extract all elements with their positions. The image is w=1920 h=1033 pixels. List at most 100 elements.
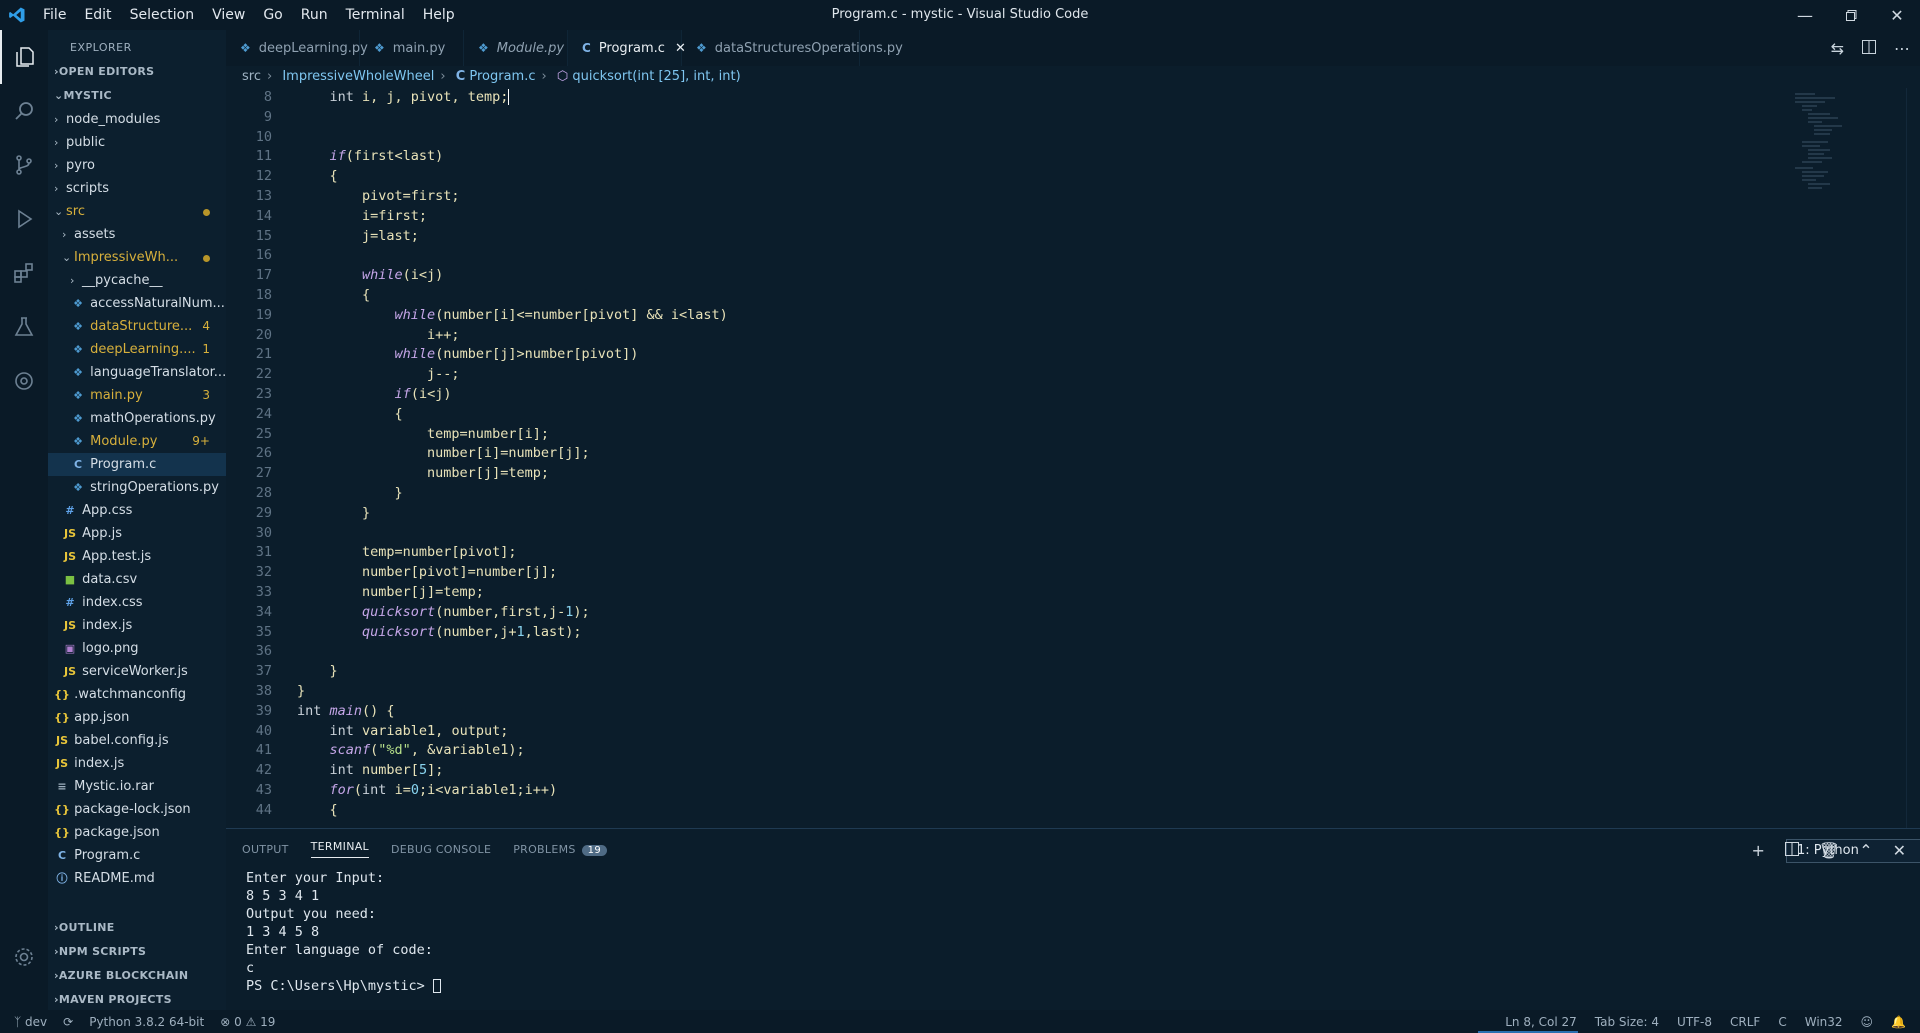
file-item[interactable]: JS serviceWorker.js — [48, 660, 226, 683]
code-line[interactable]: 21 while(number[j]>number[pivot]) — [226, 345, 1786, 365]
menu-help[interactable]: Help — [414, 0, 464, 30]
file-item[interactable]: JS App.js — [48, 522, 226, 545]
code-line[interactable]: 36 — [226, 642, 1786, 662]
branch-status[interactable]: ᛉ dev — [14, 1015, 47, 1029]
code-line[interactable]: 43 for(int i=0;i<variable1;i++) — [226, 781, 1786, 801]
code-line[interactable]: 28 } — [226, 484, 1786, 504]
code-line[interactable]: 17 while(i<j) — [226, 266, 1786, 286]
code-line[interactable]: 20 i++; — [226, 326, 1786, 346]
folder-item[interactable]: › public — [48, 131, 226, 154]
folder-item[interactable]: › node_modules — [48, 108, 226, 131]
file-item[interactable]: # App.css — [48, 499, 226, 522]
menu-edit[interactable]: Edit — [75, 0, 120, 30]
code-line[interactable]: 29 } — [226, 504, 1786, 524]
tab-program-c[interactable]: C Program.c ✕ — [568, 30, 686, 66]
open-editors-section[interactable]: ›OPEN EDITORS — [48, 60, 226, 84]
tab-debug-console[interactable]: DEBUG CONSOLE — [391, 843, 491, 856]
source-control-icon[interactable] — [0, 138, 48, 192]
file-item[interactable]: {} .watchmanconfig — [48, 683, 226, 706]
code-line[interactable]: 38} — [226, 682, 1786, 702]
code-line[interactable]: 8 int i, j, pivot, temp; — [226, 88, 1786, 108]
file-item[interactable]: JS index.js — [48, 752, 226, 775]
notifications-bell-icon[interactable]: 🔔 — [1891, 1015, 1906, 1029]
code-line[interactable]: 24 { — [226, 405, 1786, 425]
section-azure-blockchain[interactable]: ›AZURE BLOCKCHAIN — [48, 964, 226, 988]
code-line[interactable]: 37 } — [226, 662, 1786, 682]
encoding[interactable]: UTF-8 — [1677, 1015, 1712, 1029]
file-item[interactable]: # index.css — [48, 591, 226, 614]
file-item[interactable]: {} package.json — [48, 821, 226, 844]
sync-icon[interactable]: ⟳ — [63, 1015, 73, 1029]
menu-selection[interactable]: Selection — [121, 0, 204, 30]
breadcrumb-folder[interactable]: ImpressiveWholeWheel — [282, 69, 434, 84]
code-line[interactable]: 32 number[pivot]=number[j]; — [226, 563, 1786, 583]
code-line[interactable]: 23 if(i<j) — [226, 385, 1786, 405]
menu-go[interactable]: Go — [254, 0, 291, 30]
file-item[interactable]: ❖ accessNaturalNum... — [48, 292, 226, 315]
tab-output[interactable]: OUTPUT — [242, 843, 289, 856]
section-maven-projects[interactable]: ›MAVEN PROJECTS — [48, 988, 226, 1010]
code-line[interactable]: 26 number[i]=number[j]; — [226, 444, 1786, 464]
code-line[interactable]: 35 quicksort(number,j+1,last); — [226, 623, 1786, 643]
tab-datastructuresoperations-py[interactable]: ❖ dataStructuresOperations.py — [682, 30, 903, 66]
file-item[interactable]: C Program.c — [48, 453, 226, 476]
code-line[interactable]: 11 if(first<last) — [226, 147, 1786, 167]
restore-icon[interactable] — [1828, 0, 1874, 30]
file-item[interactable]: C Program.c — [48, 844, 226, 867]
file-item[interactable]: JS index.js — [48, 614, 226, 637]
close-panel-icon[interactable]: ✕ — [1893, 841, 1906, 860]
code-line[interactable]: 27 number[j]=temp; — [226, 464, 1786, 484]
code-line[interactable]: 12 { — [226, 167, 1786, 187]
folder-item[interactable]: ⌄ ImpressiveWh... — [48, 246, 226, 269]
tab-module-py[interactable]: ❖ Module.py — [464, 30, 568, 66]
folder-item[interactable]: › __pycache__ — [48, 269, 226, 292]
folder-item[interactable]: › scripts — [48, 177, 226, 200]
problems-status[interactable]: ⊗ 0 ⚠ 19 — [220, 1015, 275, 1029]
menu-file[interactable]: File — [34, 0, 75, 30]
cursor-position[interactable]: Ln 8, Col 27 — [1505, 1015, 1577, 1029]
folder-item[interactable]: › assets — [48, 223, 226, 246]
tab-problems[interactable]: PROBLEMS 19 — [513, 843, 607, 856]
file-item[interactable]: ❖ main.py 3 — [48, 384, 226, 407]
code-line[interactable]: 39 int main() { — [226, 702, 1786, 722]
file-item[interactable]: {} app.json — [48, 706, 226, 729]
code-line[interactable]: 15 j=last; — [226, 227, 1786, 247]
menu-run[interactable]: Run — [292, 0, 337, 30]
breadcrumb-function[interactable]: quicksort(int [25], int, int) — [572, 69, 740, 84]
extensions-icon[interactable] — [0, 246, 48, 300]
file-item[interactable]: ▣ logo.png — [48, 637, 226, 660]
file-item[interactable]: ≡ Mystic.io.rar — [48, 775, 226, 798]
code-line[interactable]: 18 { — [226, 286, 1786, 306]
code-line[interactable]: 19 while(number[i]<=number[pivot] && i<l… — [226, 306, 1786, 326]
split-terminal-icon[interactable] — [1784, 841, 1799, 860]
editor-scrollbar[interactable] — [1906, 88, 1920, 828]
root-folder-section[interactable]: ⌄MYSTIC — [48, 84, 226, 108]
minimize-icon[interactable]: — — [1782, 0, 1828, 30]
file-item[interactable]: ❖ mathOperations.py — [48, 407, 226, 430]
more-actions-icon[interactable]: ⋯ — [1894, 39, 1910, 58]
compare-icon[interactable]: ⇆ — [1831, 39, 1844, 58]
code-line[interactable]: 40 int variable1, output; — [226, 722, 1786, 742]
code-line[interactable]: 44 { — [226, 801, 1786, 821]
code-line[interactable]: 14 i=first; — [226, 207, 1786, 227]
breadcrumb-file[interactable]: Program.c — [469, 69, 535, 84]
tab-deeplearning-py[interactable]: ❖ deepLearning.py — [226, 30, 368, 66]
explorer-icon[interactable] — [0, 30, 48, 84]
file-item[interactable]: ■ data.csv — [48, 568, 226, 591]
feedback-icon[interactable]: ☺ — [1861, 1015, 1874, 1029]
tab-terminal[interactable]: TERMINAL — [310, 840, 369, 858]
language-mode[interactable]: C — [1778, 1015, 1786, 1029]
end-of-line[interactable]: CRLF — [1730, 1015, 1760, 1029]
settings-gear-icon[interactable] — [0, 930, 48, 984]
maximize-panel-icon[interactable]: ⌃ — [1859, 841, 1872, 860]
menu-view[interactable]: View — [203, 0, 254, 30]
code-line[interactable]: 34 quicksort(number,first,j-1); — [226, 603, 1786, 623]
close-window-icon[interactable]: ✕ — [1874, 0, 1920, 30]
file-item[interactable]: ❖ deepLearning.... 1 — [48, 338, 226, 361]
remote-explorer-icon[interactable] — [0, 354, 48, 408]
code-line[interactable]: 16 — [226, 246, 1786, 266]
code-line[interactable]: 9 — [226, 108, 1786, 128]
breadcrumb-src[interactable]: src — [242, 69, 261, 84]
file-item[interactable]: ❖ dataStructure... 4 — [48, 315, 226, 338]
code-line[interactable]: 30 — [226, 524, 1786, 544]
